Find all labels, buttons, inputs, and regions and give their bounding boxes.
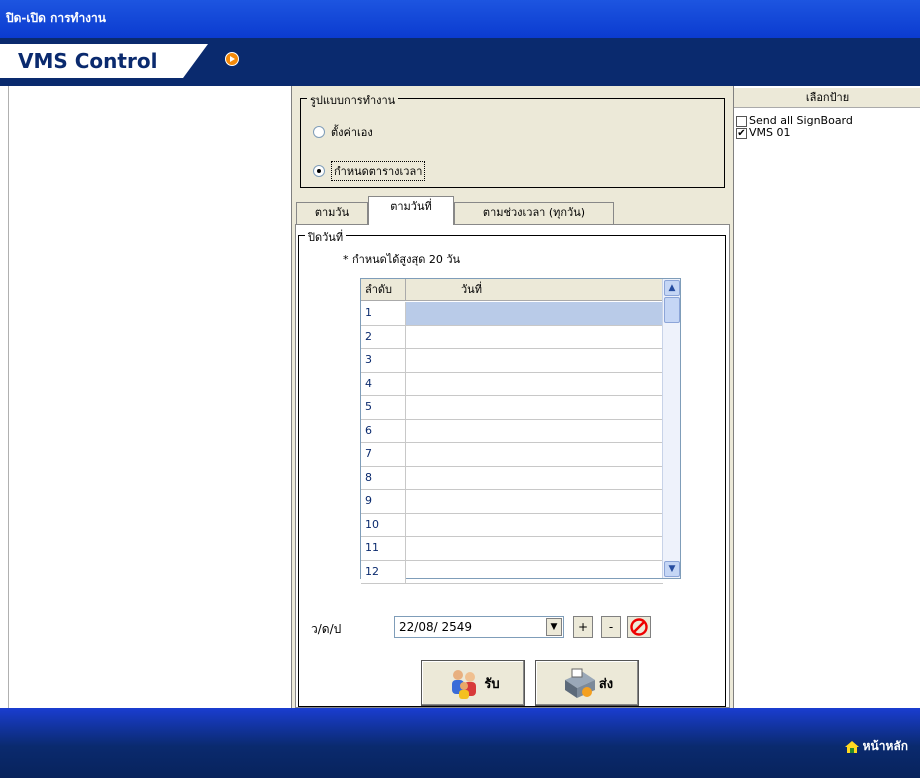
row-date-cell[interactable] xyxy=(406,490,663,513)
send-label: ส่ง xyxy=(598,676,614,692)
column-header-order[interactable]: ลำดับ xyxy=(361,279,406,301)
table-row[interactable]: 11 xyxy=(361,537,663,561)
tab-panel-by-date: ปิดวันที่ * กำหนดได้สูงสุด 20 วัน ลำดับ … xyxy=(295,224,730,708)
mode-group: รูปแบบการทำงาน ตั้งค่าเอง กำหนดตารางเวลา xyxy=(300,91,725,188)
table-row[interactable]: 7 xyxy=(361,443,663,467)
brand-logo: VMS Control xyxy=(0,44,208,78)
row-date-cell[interactable] xyxy=(406,396,663,419)
home-icon xyxy=(844,740,859,753)
receive-label: รับ xyxy=(484,676,500,692)
app-header: VMS Control xyxy=(0,38,920,86)
schedule-panel: รูปแบบการทำงาน ตั้งค่าเอง กำหนดตารางเวลา… xyxy=(292,86,733,708)
row-date-cell[interactable] xyxy=(406,537,663,560)
max-days-note: * กำหนดได้สูงสุด 20 วัน xyxy=(343,253,461,266)
sign-panel-header: เลือกป้าย xyxy=(734,88,920,108)
table-row[interactable]: 12 xyxy=(361,560,663,584)
row-number: 5 xyxy=(361,396,406,419)
table-row[interactable]: 1 xyxy=(361,302,663,326)
row-number: 6 xyxy=(361,419,406,442)
date-picker[interactable]: 22/08/ 2549 ▼ xyxy=(394,616,564,638)
row-date-cell[interactable] xyxy=(406,443,663,466)
scroll-up-icon[interactable]: ▲ xyxy=(664,280,680,296)
table-row[interactable]: 8 xyxy=(361,466,663,490)
row-number: 7 xyxy=(361,443,406,466)
row-number: 8 xyxy=(361,466,406,489)
row-date-cell[interactable] xyxy=(406,561,663,584)
row-number: 2 xyxy=(361,325,406,348)
table-row[interactable]: 4 xyxy=(361,372,663,396)
date-grid[interactable]: ลำดับ วันที่ 1 2 3 4 5 6 7 8 9 10 11 12 ▲ ▼ xyxy=(360,278,681,584)
mode-group-caption: รูปแบบการทำงาน xyxy=(307,91,399,109)
left-panel xyxy=(8,86,292,708)
date-label: ว/ด/ป xyxy=(311,622,342,636)
radio-schedule-circle[interactable] xyxy=(313,165,325,177)
table-row[interactable]: 2 xyxy=(361,325,663,349)
chevron-down-icon[interactable]: ▼ xyxy=(546,618,562,636)
checkbox-vms01-box[interactable]: ✔ xyxy=(736,127,747,139)
row-date-cell[interactable] xyxy=(406,514,663,537)
brand-text: VMS Control xyxy=(18,49,158,73)
home-link[interactable]: หน้าหลัก xyxy=(844,737,908,756)
tab-by-day[interactable]: ตามวัน xyxy=(296,202,368,224)
column-header-date[interactable]: วันที่ xyxy=(406,279,663,301)
home-label: หน้าหลัก xyxy=(862,739,908,753)
row-number: 1 xyxy=(361,302,406,325)
row-date-cell[interactable] xyxy=(406,326,663,349)
window-title: ปิด-เปิด การทำงาน xyxy=(6,11,106,25)
row-number: 10 xyxy=(361,513,406,536)
radio-manual-circle[interactable] xyxy=(313,126,325,138)
remove-date-button[interactable]: - xyxy=(601,616,621,638)
tab-by-date-label: ตามวันที่ xyxy=(390,200,432,213)
row-number: 11 xyxy=(361,537,406,560)
printer-icon xyxy=(561,666,597,700)
close-dates-caption: ปิดวันที่ xyxy=(305,228,347,246)
date-value: 22/08/ 2549 xyxy=(399,620,472,634)
row-number: 9 xyxy=(361,490,406,513)
row-date-cell[interactable] xyxy=(406,420,663,443)
row-date-cell[interactable] xyxy=(406,302,663,325)
people-icon xyxy=(446,666,482,700)
radio-manual-label: ตั้งค่าเอง xyxy=(331,126,373,139)
row-number: 12 xyxy=(361,560,406,583)
grid-scrollbar[interactable]: ▲ ▼ xyxy=(662,279,680,578)
table-row[interactable]: 5 xyxy=(361,396,663,420)
table-row[interactable]: 6 xyxy=(361,419,663,443)
row-number: 4 xyxy=(361,372,406,395)
row-number: 3 xyxy=(361,349,406,372)
cancel-icon[interactable] xyxy=(627,616,651,638)
scroll-thumb[interactable] xyxy=(664,297,680,323)
close-dates-group: ปิดวันที่ * กำหนดได้สูงสุด 20 วัน ลำดับ … xyxy=(298,228,726,707)
row-date-cell[interactable] xyxy=(406,467,663,490)
tab-by-date[interactable]: ตามวันที่ xyxy=(368,196,454,225)
tab-by-time-range[interactable]: ตามช่วงเวลา (ทุกวัน) xyxy=(454,202,614,224)
checkbox-vms01[interactable]: ✔ VMS 01 xyxy=(736,127,791,139)
tab-by-day-label: ตามวัน xyxy=(314,206,350,219)
add-date-button[interactable]: + xyxy=(573,616,593,638)
play-icon[interactable] xyxy=(225,52,239,66)
checkbox-vms01-label: VMS 01 xyxy=(749,126,791,139)
tab-by-time-range-label: ตามช่วงเวลา (ทุกวัน) xyxy=(482,206,586,219)
table-row[interactable]: 10 xyxy=(361,513,663,537)
radio-schedule[interactable]: กำหนดตารางเวลา xyxy=(313,161,426,181)
radio-manual[interactable]: ตั้งค่าเอง xyxy=(313,123,373,141)
checkbox-send-all-box[interactable] xyxy=(736,115,747,127)
send-button[interactable]: ส่ง xyxy=(535,660,639,706)
row-date-cell[interactable] xyxy=(406,373,663,396)
title-bar: ปิด-เปิด การทำงาน xyxy=(0,0,920,38)
table-row[interactable]: 9 xyxy=(361,490,663,514)
radio-schedule-label: กำหนดตารางเวลา xyxy=(331,161,426,181)
table-row[interactable]: 3 xyxy=(361,349,663,373)
sign-panel: เลือกป้าย Send all SignBoard ✔ VMS 01 xyxy=(733,86,920,708)
footer-bar: หน้าหลัก xyxy=(0,708,920,778)
row-date-cell[interactable] xyxy=(406,349,663,372)
receive-button[interactable]: รับ xyxy=(421,660,525,706)
scroll-down-icon[interactable]: ▼ xyxy=(664,561,680,577)
